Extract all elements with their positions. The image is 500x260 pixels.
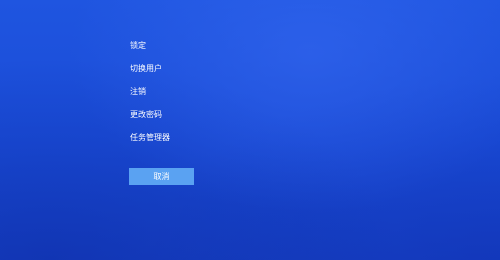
menu-item-sign-out[interactable]: 注销 bbox=[130, 86, 170, 109]
cancel-button[interactable]: 取消 bbox=[129, 168, 194, 185]
menu-item-lock[interactable]: 锁定 bbox=[130, 40, 170, 63]
menu-item-change-password[interactable]: 更改密码 bbox=[130, 109, 170, 132]
menu-item-switch-user[interactable]: 切换用户 bbox=[130, 63, 170, 86]
security-options-menu: 锁定 切换用户 注销 更改密码 任务管理器 bbox=[130, 40, 170, 155]
menu-item-task-manager[interactable]: 任务管理器 bbox=[130, 132, 170, 155]
security-options-screen: 锁定 切换用户 注销 更改密码 任务管理器 取消 bbox=[0, 0, 500, 260]
